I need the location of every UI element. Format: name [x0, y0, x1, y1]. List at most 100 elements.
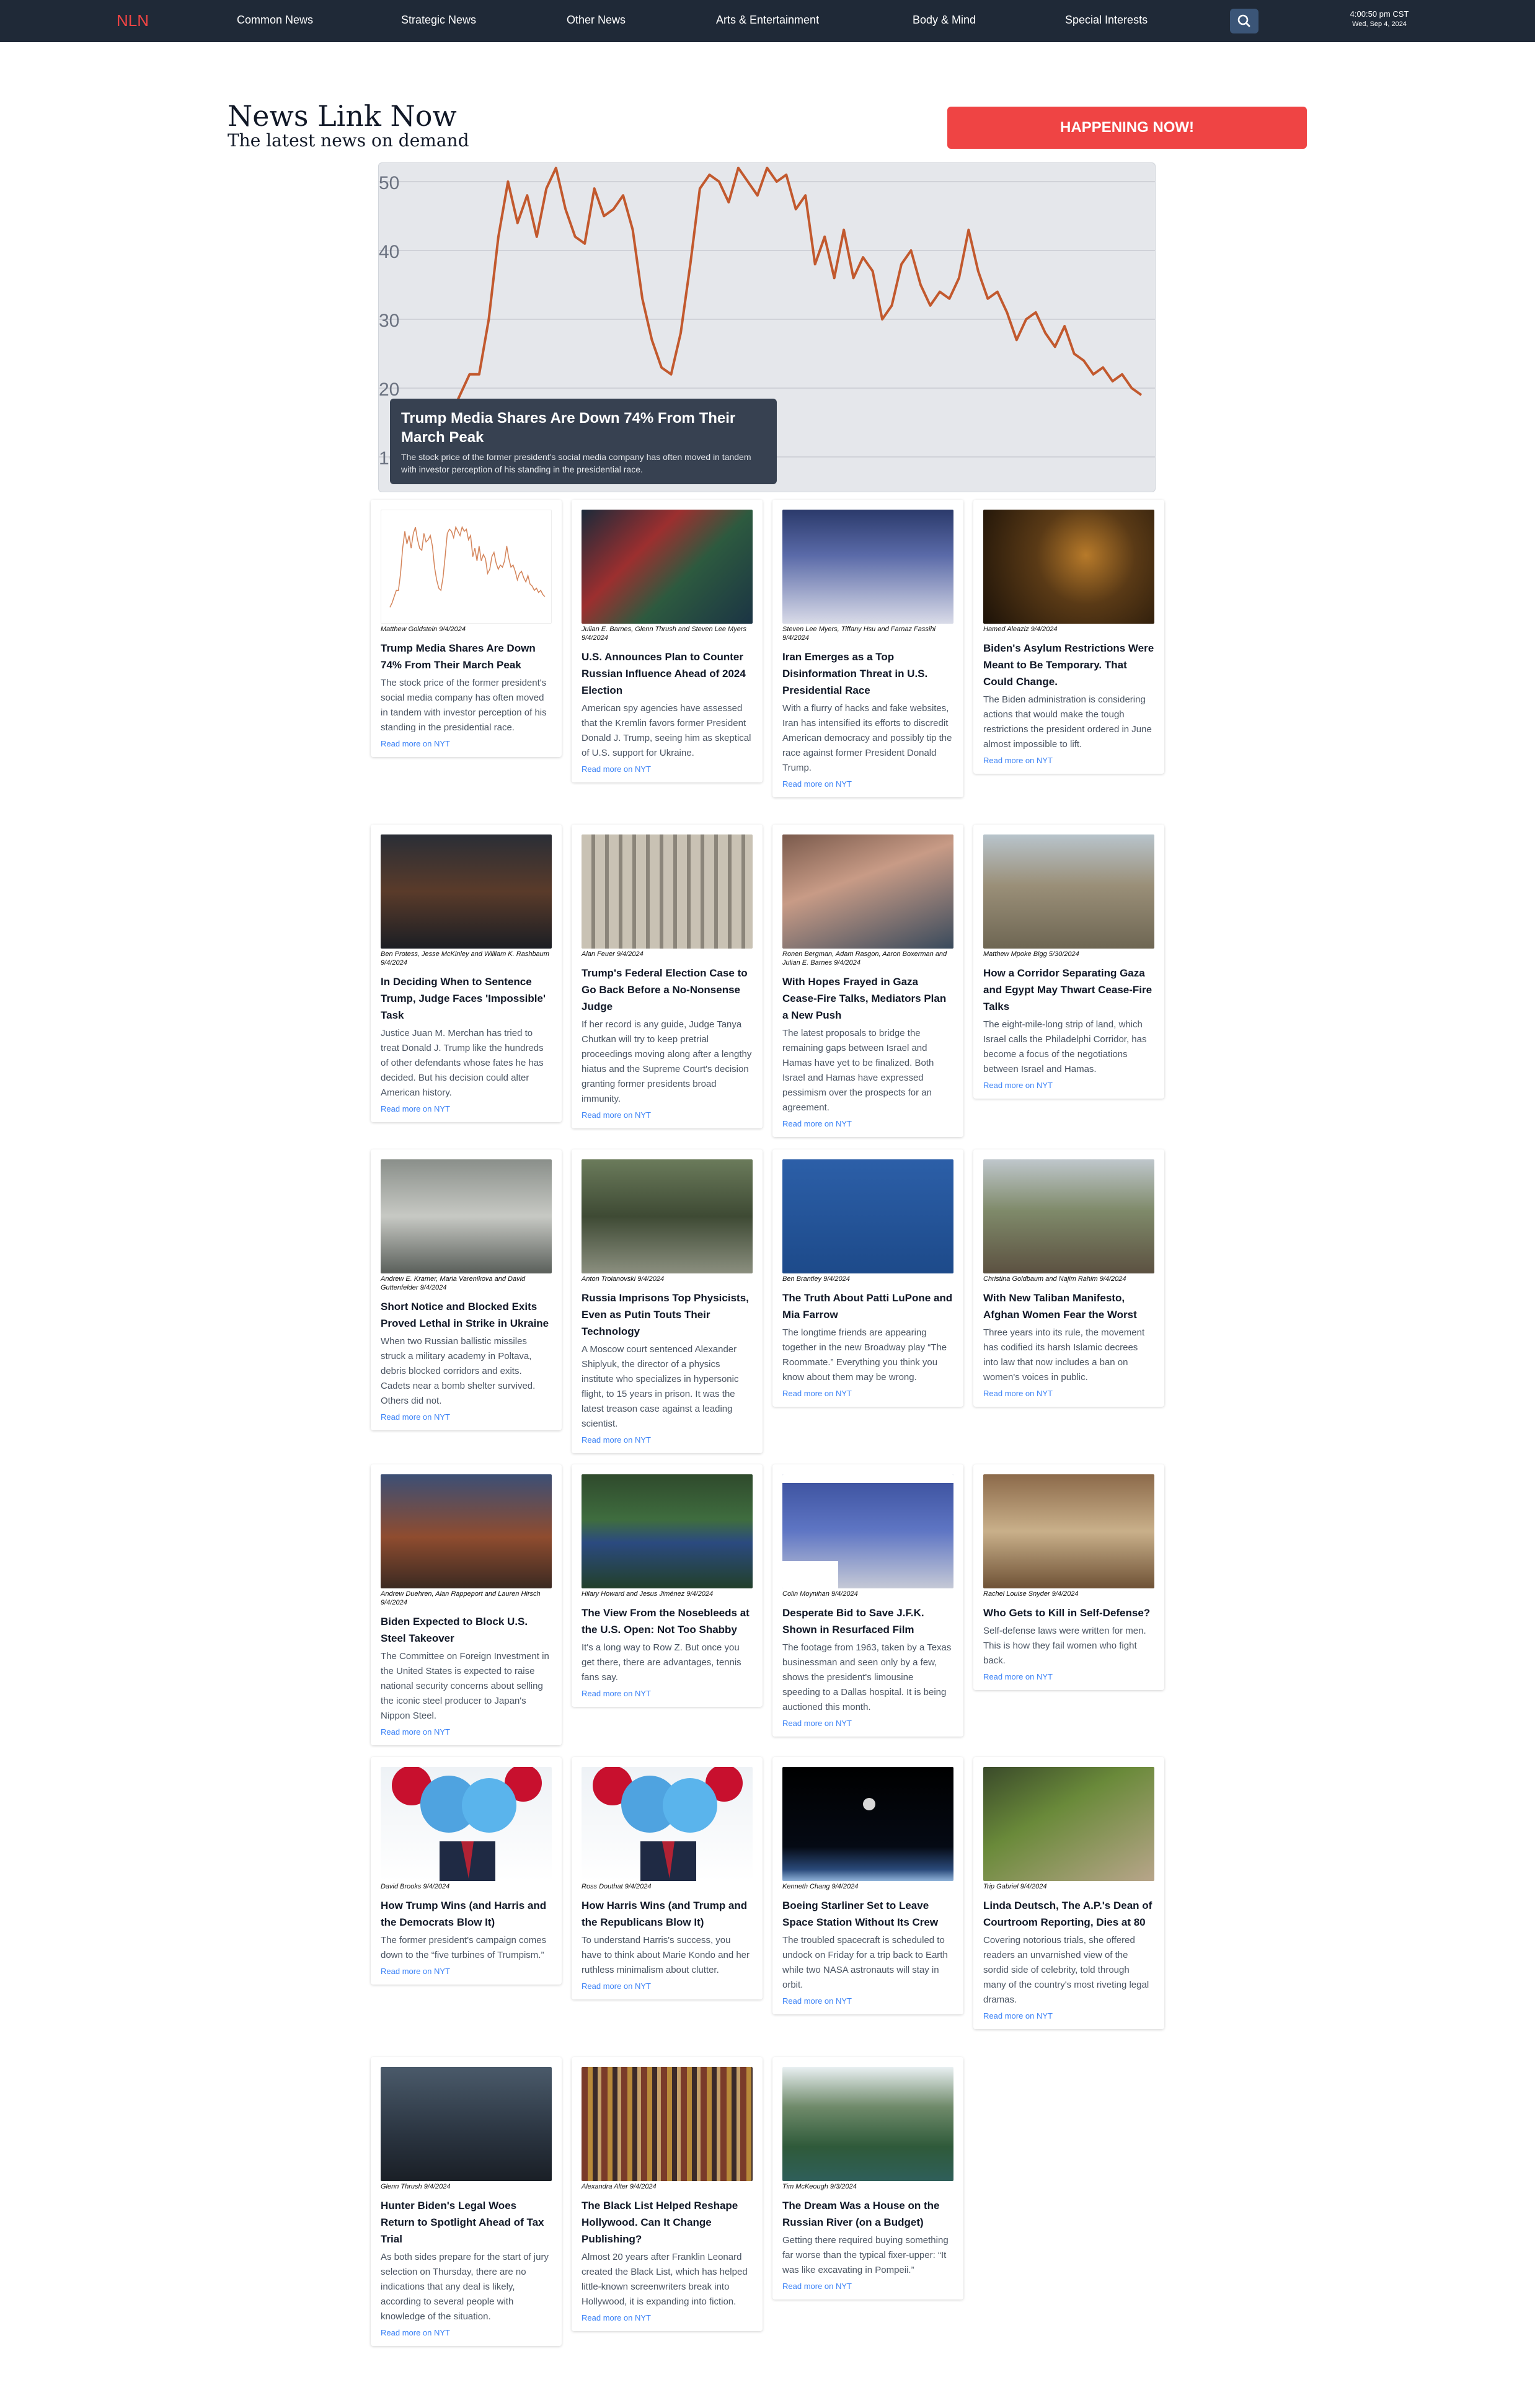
- article-image[interactable]: [582, 1474, 753, 1588]
- article-image[interactable]: [582, 510, 753, 624]
- nav-body-mind[interactable]: Body & Mind: [913, 14, 976, 27]
- read-more-link[interactable]: Read more on NYT: [782, 2282, 953, 2291]
- article-headline[interactable]: Linda Deutsch, The A.P.'s Dean of Courtr…: [983, 1897, 1154, 1931]
- article-image[interactable]: [983, 510, 1154, 624]
- read-more-link[interactable]: Read more on NYT: [983, 756, 1154, 765]
- article-headline[interactable]: The Truth About Patti LuPone and Mia Far…: [782, 1290, 953, 1323]
- brand-logo[interactable]: NLN: [117, 11, 149, 30]
- read-more-link[interactable]: Read more on NYT: [983, 1081, 1154, 1090]
- read-more-link[interactable]: Read more on NYT: [582, 1435, 753, 1445]
- article-image[interactable]: [782, 834, 953, 949]
- read-more-link[interactable]: Read more on NYT: [582, 1981, 753, 1991]
- read-more-link[interactable]: Read more on NYT: [582, 1689, 753, 1698]
- read-more-link[interactable]: Read more on NYT: [381, 1967, 552, 1976]
- article-image[interactable]: [782, 2067, 953, 2181]
- article-headline[interactable]: Short Notice and Blocked Exits Proved Le…: [381, 1298, 552, 1332]
- article-image[interactable]: [582, 1159, 753, 1273]
- read-more-link[interactable]: Read more on NYT: [582, 764, 753, 774]
- article-card[interactable]: Alan Feuer 9/4/2024 Trump's Federal Elect…: [572, 825, 763, 1128]
- read-more-link[interactable]: Read more on NYT: [782, 779, 953, 789]
- article-headline[interactable]: How Trump Wins (and Harris and the Democ…: [381, 1897, 552, 1931]
- search-button[interactable]: [1230, 9, 1259, 33]
- read-more-link[interactable]: Read more on NYT: [782, 1996, 953, 2006]
- article-card[interactable]: Colin Moynihan 9/4/2024 Desperate Bid to …: [772, 1464, 963, 1737]
- read-more-link[interactable]: Read more on NYT: [381, 2328, 552, 2337]
- article-card[interactable]: Matthew Goldstein 9/4/2024 Trump Media Sh…: [371, 500, 562, 757]
- read-more-link[interactable]: Read more on NYT: [983, 2011, 1154, 2021]
- happening-now-button[interactable]: HAPPENING NOW!: [947, 107, 1307, 149]
- read-more-link[interactable]: Read more on NYT: [782, 1119, 953, 1128]
- article-headline[interactable]: Desperate Bid to Save J.F.K. Shown in Re…: [782, 1605, 953, 1638]
- read-more-link[interactable]: Read more on NYT: [582, 2313, 753, 2322]
- article-image[interactable]: [983, 1159, 1154, 1273]
- article-image[interactable]: [782, 1159, 953, 1273]
- article-headline[interactable]: With New Taliban Manifesto, Afghan Women…: [983, 1290, 1154, 1323]
- article-headline[interactable]: Biden Expected to Block U.S. Steel Takeo…: [381, 1613, 552, 1647]
- nav-special-interests[interactable]: Special Interests: [1065, 14, 1148, 27]
- article-card[interactable]: Ross Douthat 9/4/2024 How Harris Wins (an…: [572, 1757, 763, 1999]
- article-image[interactable]: [381, 1767, 552, 1881]
- article-image[interactable]: [582, 834, 753, 949]
- article-headline[interactable]: How a Corridor Separating Gaza and Egypt…: [983, 965, 1154, 1015]
- article-image[interactable]: [983, 834, 1154, 949]
- article-headline[interactable]: Boeing Starliner Set to Leave Space Stat…: [782, 1897, 953, 1931]
- article-card[interactable]: Julian E. Barnes, Glenn Thrush and Steve…: [572, 500, 763, 782]
- article-headline[interactable]: U.S. Announces Plan to Counter Russian I…: [582, 648, 753, 699]
- article-card[interactable]: Steven Lee Myers, Tiffany Hsu and Farnaz…: [772, 500, 963, 797]
- article-card[interactable]: Alexandra Alter 9/4/2024 The Black List H…: [572, 2057, 763, 2331]
- article-headline[interactable]: Biden's Asylum Restrictions Were Meant t…: [983, 640, 1154, 690]
- article-image[interactable]: [582, 1767, 753, 1881]
- article-headline[interactable]: The Dream Was a House on the Russian Riv…: [782, 2197, 953, 2231]
- article-headline[interactable]: Iran Emerges as a Top Disinformation Thr…: [782, 648, 953, 699]
- article-image[interactable]: [381, 834, 552, 949]
- read-more-link[interactable]: Read more on NYT: [381, 1104, 552, 1113]
- nav-strategic-news[interactable]: Strategic News: [401, 14, 476, 27]
- article-card[interactable]: Christina Goldbaum and Najim Rahim 9/4/2…: [973, 1149, 1164, 1407]
- nav-arts-entertainment[interactable]: Arts & Entertainment: [716, 14, 819, 27]
- article-image[interactable]: [582, 2067, 753, 2181]
- article-card[interactable]: Matthew Mpoke Bigg 5/30/2024 How a Corrid…: [973, 825, 1164, 1099]
- article-image[interactable]: [381, 2067, 552, 2181]
- article-headline[interactable]: With Hopes Frayed in Gaza Cease-Fire Tal…: [782, 973, 953, 1024]
- article-card[interactable]: Hamed Aleaziz 9/4/2024 Biden's Asylum Res…: [973, 500, 1164, 774]
- article-image[interactable]: [983, 1474, 1154, 1588]
- article-card[interactable]: Glenn Thrush 9/4/2024 Hunter Biden's Lega…: [371, 2057, 562, 2346]
- article-image[interactable]: [983, 1767, 1154, 1881]
- article-card[interactable]: Tim McKeough 9/3/2024 The Dream Was a Hou…: [772, 2057, 963, 2300]
- article-image[interactable]: [381, 510, 552, 624]
- article-headline[interactable]: In Deciding When to Sentence Trump, Judg…: [381, 973, 552, 1024]
- article-card[interactable]: David Brooks 9/4/2024 How Trump Wins (and…: [371, 1757, 562, 1985]
- article-card[interactable]: Andrew E. Kramer, Maria Varenikova and D…: [371, 1149, 562, 1430]
- read-more-link[interactable]: Read more on NYT: [582, 1110, 753, 1120]
- article-image[interactable]: [381, 1474, 552, 1588]
- article-card[interactable]: Andrew Duehren, Alan Rappeport and Laure…: [371, 1464, 562, 1745]
- nav-other-news[interactable]: Other News: [567, 14, 626, 27]
- article-image[interactable]: [782, 1767, 953, 1881]
- article-card[interactable]: Anton Troianovski 9/4/2024 Russia Impriso…: [572, 1149, 763, 1453]
- article-card[interactable]: Rachel Louise Snyder 9/4/2024 Who Gets to…: [973, 1464, 1164, 1690]
- hero-feature[interactable]: 50 40 30 20 10 Trump Media Shares Are Down 7…: [378, 162, 1156, 492]
- article-headline[interactable]: Trump Media Shares Are Down 74% From The…: [381, 640, 552, 673]
- article-headline[interactable]: The Black List Helped Reshape Hollywood.…: [582, 2197, 753, 2247]
- article-card[interactable]: Hilary Howard and Jesus Jiménez 9/4/2024…: [572, 1464, 763, 1707]
- article-headline[interactable]: How Harris Wins (and Trump and the Repub…: [582, 1897, 753, 1931]
- article-headline[interactable]: Who Gets to Kill in Self-Defense?: [983, 1605, 1154, 1621]
- article-headline[interactable]: Russia Imprisons Top Physicists, Even as…: [582, 1290, 753, 1340]
- read-more-link[interactable]: Read more on NYT: [983, 1389, 1154, 1398]
- nav-common-news[interactable]: Common News: [237, 14, 313, 27]
- read-more-link[interactable]: Read more on NYT: [983, 1672, 1154, 1681]
- article-card[interactable]: Ronen Bergman, Adam Rasgon, Aaron Boxerm…: [772, 825, 963, 1137]
- article-headline[interactable]: The View From the Nosebleeds at the U.S.…: [582, 1605, 753, 1638]
- read-more-link[interactable]: Read more on NYT: [381, 1727, 552, 1737]
- article-headline[interactable]: Hunter Biden's Legal Woes Return to Spot…: [381, 2197, 552, 2247]
- article-headline[interactable]: Trump's Federal Election Case to Go Back…: [582, 965, 753, 1015]
- article-card[interactable]: Ben Protess, Jesse McKinley and William …: [371, 825, 562, 1122]
- read-more-link[interactable]: Read more on NYT: [782, 1389, 953, 1398]
- read-more-link[interactable]: Read more on NYT: [782, 1719, 953, 1728]
- read-more-link[interactable]: Read more on NYT: [381, 739, 552, 748]
- article-image[interactable]: [782, 1474, 953, 1588]
- hero-caption[interactable]: Trump Media Shares Are Down 74% From The…: [390, 399, 777, 484]
- article-image[interactable]: [381, 1159, 552, 1273]
- article-card[interactable]: Kenneth Chang 9/4/2024 Boeing Starliner S…: [772, 1757, 963, 2014]
- article-image[interactable]: [782, 510, 953, 624]
